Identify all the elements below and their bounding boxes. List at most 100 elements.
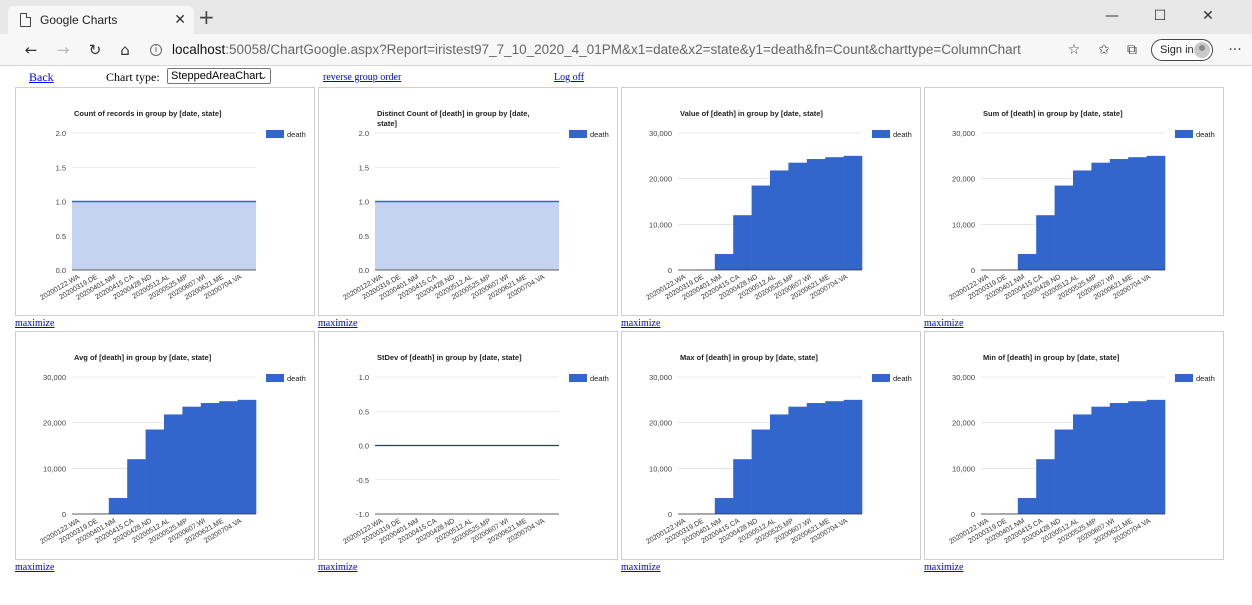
area-step: [825, 401, 844, 514]
maximize-link-count[interactable]: maximize: [15, 318, 54, 329]
maximize-link-avg[interactable]: maximize: [15, 562, 54, 573]
chart-svg: Count of records in group by [date, stat…: [39, 109, 305, 302]
area-step: [1091, 406, 1111, 514]
y-tick-label: 10,000: [952, 464, 975, 473]
y-tick-label: 30,000: [952, 373, 975, 382]
chart-title: state]: [377, 119, 398, 128]
y-tick-label: 10,000: [43, 464, 66, 473]
chart-title: Sum of [death] in group by [date, state]: [983, 109, 1123, 118]
legend-label: death: [1196, 374, 1215, 383]
legend-label: death: [1196, 130, 1215, 139]
legend-swatch: [1175, 374, 1193, 382]
area-step: [751, 185, 771, 270]
chart-panel-max: Max of [death] in group by [date, state]…: [621, 331, 921, 560]
chart-panel-stdev: StDev of [death] in group by [date, stat…: [318, 331, 618, 560]
new-tab-icon[interactable]: +: [198, 5, 215, 29]
y-tick-label: 1.5: [359, 163, 369, 172]
area-step: [1146, 155, 1166, 270]
chart-type-select[interactable]: SteppedAreaChart ⌄: [167, 68, 271, 84]
area-step: [1054, 185, 1074, 270]
legend-label: death: [287, 374, 306, 383]
y-tick-label: 0.0: [359, 266, 369, 275]
more-menu-icon[interactable]: ···: [1222, 38, 1248, 62]
browser-tab-bar: Google Charts ✕ + — ☐ ✕: [0, 0, 1252, 34]
chart-title: Count of records in group by [date, stat…: [74, 109, 222, 118]
close-tab-icon[interactable]: ✕: [174, 11, 186, 28]
y-tick-label: 0: [971, 510, 975, 519]
chevron-down-icon: ⌄: [259, 71, 267, 81]
sign-in-button[interactable]: Sign in: [1151, 39, 1213, 61]
y-tick-label: 0: [668, 510, 672, 519]
y-tick-label: 0.0: [56, 266, 66, 275]
y-tick-label: 20,000: [952, 175, 975, 184]
maximize-link-value[interactable]: maximize: [621, 318, 660, 329]
y-tick-label: 30,000: [649, 373, 672, 382]
back-link[interactable]: Back: [29, 70, 54, 85]
site-info-icon[interactable]: i: [150, 44, 162, 56]
area-step: [1109, 403, 1129, 514]
favorite-star-icon[interactable]: ☆: [1061, 38, 1087, 62]
legend-label: death: [893, 130, 912, 139]
y-tick-label: -1.0: [356, 510, 369, 519]
area-step: [770, 170, 789, 270]
reverse-group-order-link[interactable]: reverse group order: [323, 72, 401, 83]
log-off-link[interactable]: Log off: [554, 72, 584, 83]
legend-label: death: [893, 374, 912, 383]
refresh-icon[interactable]: ↻: [82, 38, 108, 62]
forward-arrow-icon[interactable]: →: [50, 38, 76, 62]
home-icon[interactable]: ⌂: [112, 38, 138, 62]
area-step: [200, 403, 220, 514]
y-tick-label: 0: [668, 266, 672, 275]
area-step: [1073, 170, 1092, 270]
area-step: [1036, 459, 1055, 514]
collections-icon[interactable]: ⧉: [1119, 38, 1145, 62]
y-tick-label: 20,000: [43, 419, 66, 428]
area-step: [1128, 157, 1147, 270]
chart-svg: Min of [death] in group by [date, state]…: [948, 353, 1215, 546]
area-step: [182, 406, 202, 514]
area-step: [788, 406, 808, 514]
chart-panel-min: Min of [death] in group by [date, state]…: [924, 331, 1224, 560]
area-step: [1017, 254, 1037, 270]
area-step: [843, 399, 863, 514]
area-step: [1073, 414, 1092, 514]
area-step: [219, 401, 238, 514]
chart-svg: Distinct Count of [death] in group by [d…: [342, 109, 608, 302]
area-step: [788, 162, 808, 270]
close-window-icon[interactable]: ✕: [1188, 4, 1228, 28]
chart-title: Max of [death] in group by [date, state]: [680, 353, 818, 362]
maximize-link-sum[interactable]: maximize: [924, 318, 963, 329]
y-tick-label: 1.0: [56, 198, 66, 207]
y-tick-label: 0.5: [359, 232, 369, 241]
chart-svg: StDev of [death] in group by [date, stat…: [342, 353, 608, 546]
y-tick-label: 10,000: [649, 464, 672, 473]
back-arrow-icon[interactable]: ←: [18, 38, 44, 62]
area-fill: [375, 201, 559, 270]
chart-title: Avg of [death] in group by [date, state]: [74, 353, 212, 362]
y-tick-label: 2.0: [359, 129, 369, 138]
maximize-link-max[interactable]: maximize: [621, 562, 660, 573]
sign-in-label: Sign in: [1160, 44, 1194, 56]
chart-type-label: Chart type:: [106, 70, 160, 84]
chart-panel-sum: Sum of [death] in group by [date, state]…: [924, 87, 1224, 316]
maximize-link-distinct-count[interactable]: maximize: [318, 318, 357, 329]
chart-svg: Max of [death] in group by [date, state]…: [645, 353, 912, 546]
favorites-bar-icon[interactable]: ✩: [1091, 38, 1117, 62]
maximize-link-min[interactable]: maximize: [924, 562, 963, 573]
browser-tab[interactable]: Google Charts ✕: [8, 6, 194, 34]
legend-swatch: [569, 374, 587, 382]
y-tick-label: 0.5: [359, 407, 369, 416]
y-tick-label: 30,000: [649, 129, 672, 138]
area-step: [1017, 498, 1037, 514]
area-step: [1146, 399, 1166, 514]
area-step: [714, 254, 734, 270]
chart-panel-value: Value of [death] in group by [date, stat…: [621, 87, 921, 316]
area-step: [1036, 215, 1055, 270]
address-bar[interactable]: localhost:50058/ChartGoogle.aspx?Report=…: [172, 42, 1021, 57]
area-step: [145, 429, 165, 514]
area-step: [1109, 159, 1129, 270]
maximize-window-icon[interactable]: ☐: [1140, 4, 1180, 28]
y-tick-label: 1.5: [56, 163, 66, 172]
minimize-window-icon[interactable]: —: [1092, 4, 1132, 28]
maximize-link-stdev[interactable]: maximize: [318, 562, 357, 573]
